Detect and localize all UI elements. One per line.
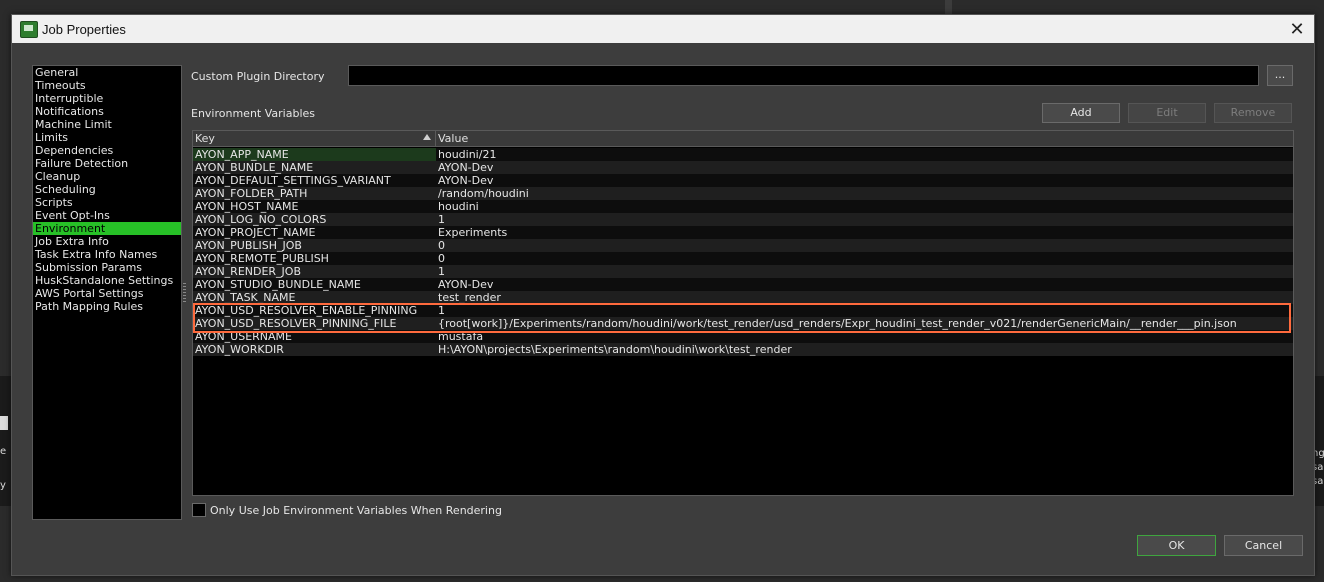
table-row[interactable]: AYON_LOG_NO_COLORS 1 — [193, 213, 1293, 226]
table-row[interactable]: AYON_FOLDER_PATH/random/houdini — [193, 187, 1293, 200]
splitter-handle[interactable] — [183, 283, 186, 303]
cell-value: AYON-Dev — [438, 278, 494, 291]
cell-value: 1 — [438, 304, 445, 317]
cell-value: 1 — [438, 265, 445, 278]
table-row[interactable]: AYON_USERNAME mustafa — [193, 330, 1293, 343]
nav-item-submission-params[interactable]: Submission Params — [33, 261, 181, 274]
ok-button[interactable]: OK — [1137, 535, 1216, 556]
cell-value: H:\AYON\projects\Experiments\random\houd… — [438, 343, 792, 356]
cell-value: /random/houdini — [438, 187, 529, 200]
nav-item-dependencies[interactable]: Dependencies — [33, 144, 181, 157]
monitor-app-icon — [20, 21, 38, 38]
cell-value: houdini — [438, 200, 479, 213]
cell-key: AYON_USD_RESOLVER_PINNING_FILE — [195, 317, 397, 330]
category-list[interactable]: General Timeouts Interruptible Notification… — [32, 65, 182, 520]
cell-value: 0 — [438, 239, 445, 252]
cell-value: 0 — [438, 252, 445, 265]
nav-item-failure-detection[interactable]: Failure Detection — [33, 157, 181, 170]
cell-value: Experiments — [438, 226, 508, 239]
nav-item-task-extra-info-names[interactable]: Task Extra Info Names — [33, 248, 181, 261]
cancel-button[interactable]: Cancel — [1224, 535, 1303, 556]
cell-key: AYON_REMOTE_PUBLISH — [195, 252, 329, 265]
cell-key: AYON_WORKDIR — [195, 343, 284, 356]
add-button[interactable]: Add — [1042, 103, 1120, 123]
table-body: AYON_APP_NAME houdini/21 AYON_BUNDLE_NAME A… — [193, 148, 1293, 356]
cell-key: AYON_RENDER_JOB — [195, 265, 302, 278]
remove-button[interactable]: Remove — [1214, 103, 1292, 123]
bookmark-icon — [0, 416, 8, 430]
background-text: y — [0, 480, 6, 491]
nav-item-general[interactable]: General — [33, 66, 181, 79]
cell-key: AYON_DEFAULT_SETTINGS_VARIANT — [195, 174, 391, 187]
job-properties-dialog: Job Properties ✕ General Timeouts Interrup… — [11, 14, 1315, 576]
environment-variables-label: Environment Variables — [191, 107, 316, 120]
nav-item-cleanup[interactable]: Cleanup — [33, 170, 181, 183]
background-text: e — [0, 446, 7, 457]
nav-item-machine-limit[interactable]: Machine Limit — [33, 118, 181, 131]
edit-button[interactable]: Edit — [1128, 103, 1206, 123]
cell-key: AYON_PROJECT_NAME — [195, 226, 316, 239]
column-header-value[interactable]: Value — [436, 131, 1293, 146]
table-row[interactable]: AYON_PUBLISH_JOB 0 — [193, 239, 1293, 252]
cell-value: houdini/21 — [438, 148, 497, 161]
table-header: Key Value — [193, 131, 1293, 147]
nav-item-scheduling[interactable]: Scheduling — [33, 183, 181, 196]
cell-value: mustafa — [438, 330, 484, 343]
title-bar[interactable]: Job Properties ✕ — [12, 15, 1314, 43]
cell-key: AYON_USD_RESOLVER_ENABLE_PINNING — [195, 304, 418, 317]
nav-item-aws-portal-settings[interactable]: AWS Portal Settings — [33, 287, 181, 300]
cell-key: AYON_HOST_NAME — [195, 200, 299, 213]
table-row[interactable]: AYON_STUDIO_BUNDLE_NAME AYON-Dev — [193, 278, 1293, 291]
table-row[interactable]: AYON_WORKDIR H:\AYON\projects\Experiments… — [193, 343, 1293, 356]
cell-key: AYON_PUBLISH_JOB — [195, 239, 302, 252]
sort-ascending-icon — [423, 134, 431, 140]
cell-key: AYON_LOG_NO_COLORS — [195, 213, 327, 226]
nav-item-job-extra-info[interactable]: Job Extra Info — [33, 235, 181, 248]
cell-key: AYON_STUDIO_BUNDLE_NAME — [195, 278, 361, 291]
table-row[interactable]: AYON_BUNDLE_NAME AYON-Dev — [193, 161, 1293, 174]
only-job-env-checkbox[interactable] — [192, 503, 206, 517]
table-row[interactable]: AYON_RENDER_JOB 1 — [193, 265, 1293, 278]
cell-key: AYON_USERNAME — [195, 330, 292, 343]
browse-button[interactable]: ... — [1267, 65, 1293, 86]
table-row[interactable]: AYON_TASK_NAME test_render — [193, 291, 1293, 304]
custom-plugin-directory-input[interactable] — [348, 65, 1259, 86]
cell-value: {root[work]}/Experiments/random/houdini/… — [438, 317, 1237, 330]
table-row[interactable]: AYON_APP_NAME houdini/21 — [193, 148, 1293, 161]
cell-value: AYON-Dev — [438, 161, 494, 174]
window-title: Job Properties — [42, 22, 126, 37]
cell-key: AYON_FOLDER_PATH — [195, 187, 308, 200]
table-row[interactable]: AYON_REMOTE_PUBLISH 0 — [193, 252, 1293, 265]
nav-item-timeouts[interactable]: Timeouts — [33, 79, 181, 92]
background-window-edge — [945, 0, 952, 14]
nav-item-scripts[interactable]: Scripts — [33, 196, 181, 209]
custom-plugin-directory-label: Custom Plugin Directory — [191, 70, 325, 83]
table-row[interactable]: AYON_USD_RESOLVER_PINNING_FILE {root[work… — [193, 317, 1293, 330]
cell-value: AYON-Dev — [438, 174, 494, 187]
cell-key: AYON_BUNDLE_NAME — [195, 161, 314, 174]
table-row[interactable]: AYON_HOST_NAME houdini — [193, 200, 1293, 213]
table-row[interactable]: AYON_USD_RESOLVER_ENABLE_PINNING 1 — [193, 304, 1293, 317]
close-icon[interactable]: ✕ — [1286, 18, 1308, 40]
table-row[interactable]: AYON_DEFAULT_SETTINGS_VARIANT AYON-Dev — [193, 174, 1293, 187]
nav-item-huskstandalone-settings[interactable]: HuskStandalone Settings — [33, 274, 181, 287]
environment-variables-table[interactable]: Key Value AYON_APP_NAME houdini/21 AYON_BU… — [192, 130, 1294, 496]
only-job-env-label: Only Use Job Environment Variables When … — [210, 504, 502, 517]
cell-value: 1 — [438, 213, 445, 226]
nav-item-limits[interactable]: Limits — [33, 131, 181, 144]
table-row[interactable]: AYON_PROJECT_NAME Experiments — [193, 226, 1293, 239]
nav-item-interruptible[interactable]: Interruptible — [33, 92, 181, 105]
cell-value: test_render — [438, 291, 501, 304]
nav-item-path-mapping-rules[interactable]: Path Mapping Rules — [33, 300, 181, 313]
cell-key: AYON_TASK_NAME — [195, 291, 296, 304]
column-header-key-label: Key — [195, 132, 215, 145]
column-header-key[interactable]: Key — [193, 131, 436, 146]
cell-key: AYON_APP_NAME — [193, 148, 436, 161]
nav-item-notifications[interactable]: Notifications — [33, 105, 181, 118]
nav-item-environment[interactable]: Environment — [33, 222, 181, 235]
nav-item-event-opt-ins[interactable]: Event Opt-Ins — [33, 209, 181, 222]
